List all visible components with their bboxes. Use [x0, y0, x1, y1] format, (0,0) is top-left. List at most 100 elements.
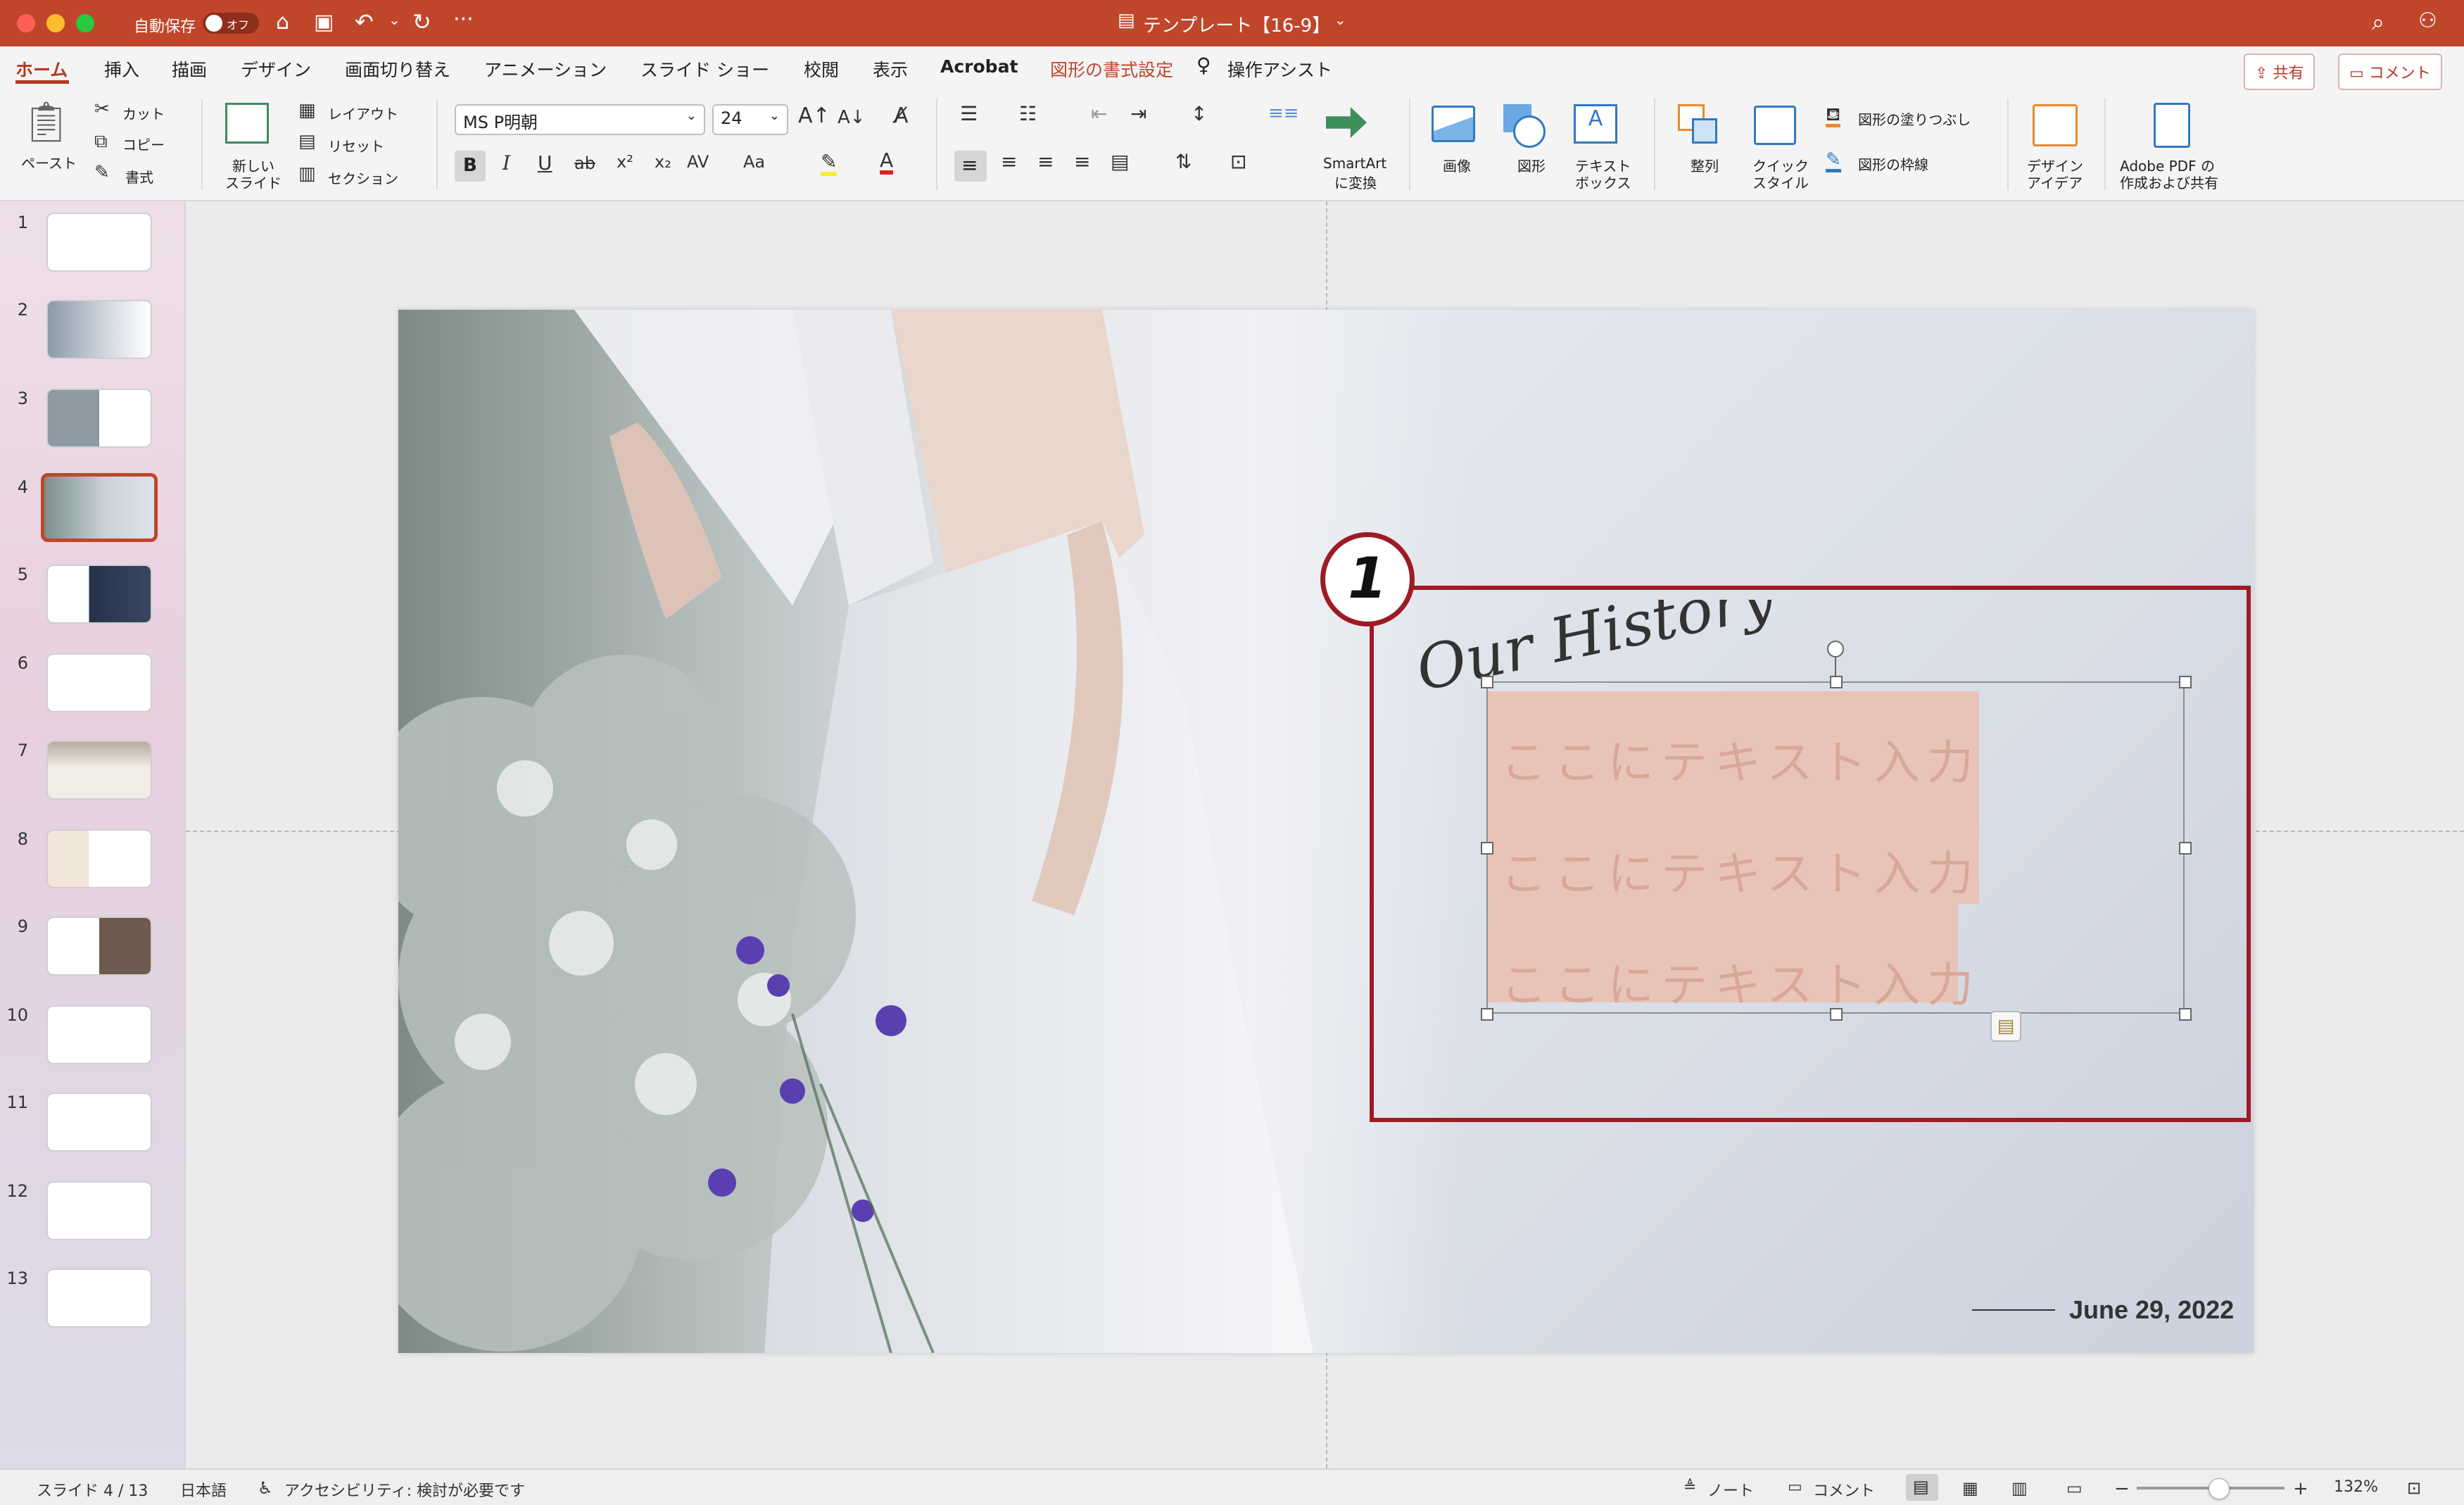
line-spacing-icon[interactable]: ↕: [1191, 104, 1207, 124]
font-name-dropdown[interactable]: MS P明朝 ⌄: [455, 104, 705, 135]
quick-styles-icon[interactable]: [1754, 106, 1796, 145]
font-color-icon[interactable]: A: [880, 151, 894, 175]
undo-icon[interactable]: ↶: [355, 8, 374, 35]
numbering-icon[interactable]: ☷: [1019, 104, 1037, 124]
tab-transitions[interactable]: 画面切り替え: [345, 56, 450, 82]
tab-insert[interactable]: 挿入: [104, 56, 139, 82]
tab-design[interactable]: デザイン: [241, 56, 311, 82]
comments-label[interactable]: コメント: [1813, 1478, 1875, 1501]
redo-icon[interactable]: ↻: [412, 8, 431, 35]
paste-label[interactable]: ペースト: [21, 152, 77, 172]
character-spacing-icon[interactable]: AV: [687, 153, 709, 170]
slideshow-icon[interactable]: ▭: [2066, 1478, 2083, 1498]
slide[interactable]: Our History ここにテキスト入力 ここにテキスト入力 ここにテキスト入…: [398, 310, 2254, 1353]
fit-to-window-icon[interactable]: ⊡: [2407, 1478, 2421, 1498]
format-painter-label[interactable]: 書式: [125, 166, 153, 187]
slide-thumbnail-9[interactable]: [46, 917, 152, 976]
tab-draw[interactable]: 描画: [172, 56, 207, 82]
notes-label[interactable]: ノート: [1707, 1478, 1754, 1501]
quick-styles-label-2[interactable]: スタイル: [1752, 172, 1809, 192]
change-case-icon[interactable]: Aa: [743, 153, 765, 170]
slide-thumbnails-panel[interactable]: 1 2 3 4 5 6 7 8 9 10 11 12 13: [0, 201, 184, 1468]
format-painter-icon[interactable]: ✎: [94, 163, 110, 182]
adobe-pdf-label-2[interactable]: 作成および共有: [2120, 172, 2218, 192]
underline-icon[interactable]: U: [538, 153, 552, 173]
design-ideas-label-2[interactable]: アイデア: [2027, 172, 2083, 192]
title-chevron-icon[interactable]: ⌄: [1334, 11, 1346, 28]
shape-fill-label[interactable]: 図形の塗りつぶし: [1858, 108, 1971, 129]
shape-outline-label[interactable]: 図形の枠線: [1858, 153, 1928, 174]
distributed-icon[interactable]: ▤: [1111, 152, 1129, 172]
home-icon[interactable]: ⌂: [276, 10, 289, 34]
language[interactable]: 日本語: [180, 1478, 227, 1501]
tab-animations[interactable]: アニメーション: [484, 56, 607, 82]
search-icon[interactable]: ⌕: [2372, 8, 2384, 36]
minimize-window-button[interactable]: [46, 14, 65, 32]
notes-icon[interactable]: ≜: [1683, 1478, 1696, 1496]
superscript-icon[interactable]: x²: [617, 153, 633, 170]
picture-label[interactable]: 画像: [1443, 155, 1471, 175]
autosave-toggle[interactable]: オフ: [203, 13, 259, 34]
justify-icon[interactable]: ≡: [1074, 152, 1090, 172]
slide-thumbnail-7[interactable]: [46, 741, 152, 800]
picture-icon[interactable]: [1432, 106, 1475, 142]
design-ideas-icon[interactable]: [2033, 104, 2078, 146]
accessibility-icon[interactable]: ♿︎: [258, 1478, 273, 1498]
reset-icon[interactable]: ▤: [298, 132, 316, 151]
smartart-icon[interactable]: [1326, 107, 1367, 138]
slide-thumbnail-4[interactable]: [41, 473, 158, 542]
increase-font-icon[interactable]: A↑: [798, 106, 830, 127]
section-label[interactable]: セクション: [328, 168, 398, 188]
comment-button[interactable]: ▭ コメント: [2338, 53, 2442, 90]
copy-label[interactable]: コピー: [122, 134, 165, 154]
comments-icon[interactable]: ▭: [1788, 1478, 1802, 1496]
close-window-button[interactable]: [17, 14, 35, 32]
more-icon[interactable]: ···: [453, 7, 474, 32]
clear-format-icon[interactable]: A̸: [894, 106, 909, 127]
cut-label[interactable]: カット: [122, 103, 165, 123]
section-icon[interactable]: ▥: [298, 165, 316, 183]
slide-thumbnail-2[interactable]: [46, 300, 152, 359]
decrease-font-icon[interactable]: A↓: [838, 108, 866, 127]
subscript-icon[interactable]: x₂: [655, 153, 671, 170]
share-button[interactable]: ⇪ 共有: [2244, 53, 2315, 90]
zoom-in-icon[interactable]: +: [2293, 1478, 2308, 1499]
reading-view-icon[interactable]: ▥: [2011, 1478, 2028, 1498]
zoom-slider-thumb[interactable]: [2209, 1478, 2230, 1499]
align-center-icon[interactable]: ≡: [1001, 152, 1017, 172]
columns-icon[interactable]: ≡≡: [1268, 104, 1299, 122]
account-icon[interactable]: ⚇: [2418, 8, 2437, 33]
strikethrough-icon[interactable]: ab: [574, 155, 595, 172]
tab-review[interactable]: 校閲: [804, 56, 839, 82]
zoom-window-button[interactable]: [76, 14, 94, 32]
highlight-icon[interactable]: ✎: [821, 152, 838, 176]
textbox-label-2[interactable]: ボックス: [1575, 172, 1631, 192]
shape-fill-icon[interactable]: ⛾: [1826, 106, 1841, 127]
paste-icon[interactable]: 📋︎: [21, 103, 71, 142]
new-slide-label-2[interactable]: スライド: [225, 172, 282, 192]
align-left-button[interactable]: ≡: [954, 151, 987, 182]
font-size-dropdown[interactable]: 24 ⌄: [712, 104, 788, 135]
slide-thumbnail-6[interactable]: [46, 653, 152, 712]
adobe-pdf-icon[interactable]: [2154, 103, 2190, 148]
textbox-icon[interactable]: A: [1574, 104, 1617, 144]
date-text[interactable]: June 29, 2022: [2069, 1295, 2234, 1325]
zoom-out-icon[interactable]: −: [2114, 1478, 2130, 1499]
slide-thumbnail-3[interactable]: [46, 389, 152, 448]
arrange-label[interactable]: 整列: [1691, 155, 1719, 175]
tab-home[interactable]: ホーム: [15, 56, 68, 82]
reset-label[interactable]: リセット: [328, 135, 384, 156]
tab-shape-format[interactable]: 図形の書式設定: [1050, 56, 1173, 82]
slide-thumbnail-1[interactable]: [46, 213, 152, 272]
zoom-level[interactable]: 132%: [2334, 1478, 2378, 1496]
layout-label[interactable]: レイアウト: [328, 103, 398, 123]
layout-icon[interactable]: ▦: [298, 101, 316, 120]
smartart-label-1[interactable]: SmartArt: [1323, 155, 1386, 172]
save-icon[interactable]: ▣: [314, 10, 334, 34]
copy-icon[interactable]: ⧉: [94, 132, 108, 151]
shape-outline-icon[interactable]: ✎: [1826, 151, 1841, 172]
slide-thumbnail-13[interactable]: [46, 1268, 152, 1328]
slide-sorter-icon[interactable]: ▦: [1962, 1478, 1978, 1498]
bold-button[interactable]: B: [455, 151, 486, 182]
text-direction-icon[interactable]: ⇅: [1175, 152, 1192, 172]
